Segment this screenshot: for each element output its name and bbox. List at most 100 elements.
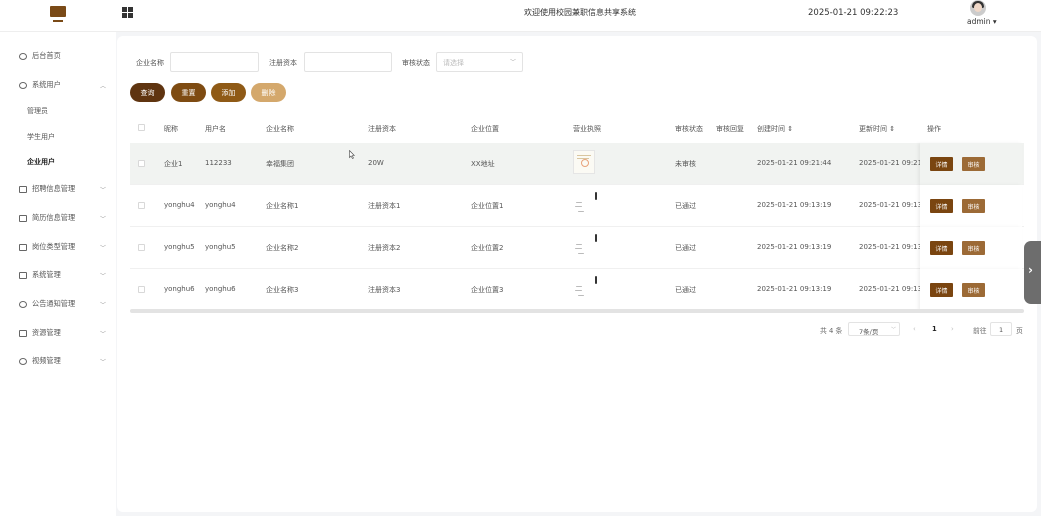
sidebar-item-notices[interactable]: 公告通知管理 ﹀ — [0, 294, 116, 314]
col-nickname: 昵称 — [164, 125, 178, 133]
chevron-down-icon: ﹀ — [100, 215, 107, 223]
sidebar-subitem-admin[interactable]: 管理员 — [0, 101, 116, 121]
detail-button[interactable]: 详情 — [930, 283, 953, 297]
delete-button[interactable]: 删除 — [251, 83, 286, 102]
table-row[interactable]: yonghu5 yonghu5 企业名称2 注册资本2 企业位置2 已通过 20… — [130, 227, 1024, 269]
col-company: 企业名称 — [266, 125, 294, 133]
cell-username: yonghu5 — [205, 243, 236, 251]
audit-button[interactable]: 审核 — [962, 157, 985, 171]
top-bar: 欢迎使用校园兼职信息共享系统 2025-01-21 09:22:23 admin… — [0, 0, 1041, 32]
status-select[interactable]: 请选择 ﹀ — [436, 52, 523, 72]
query-button[interactable]: 查询 — [130, 83, 165, 102]
page-size-value: 7条/页 — [859, 328, 879, 336]
sidebar-item-label: 公告通知管理 — [32, 299, 76, 308]
detail-button[interactable]: 详情 — [930, 199, 953, 213]
audit-button[interactable]: 审核 — [962, 199, 985, 213]
detail-button[interactable]: 详情 — [930, 157, 953, 171]
audit-button[interactable]: 审核 — [962, 241, 985, 255]
sidebar-item-label: 简历信息管理 — [32, 213, 76, 222]
cell-capital: 注册资本3 — [368, 286, 401, 294]
chevron-down-icon: ﹀ — [100, 358, 107, 366]
prev-page-button[interactable]: ‹ — [913, 325, 916, 333]
loading-spinner-icon — [573, 234, 597, 258]
cell-location: 企业位置1 — [471, 202, 504, 210]
table-row[interactable]: 企业1 112233 幸福集团 20W XX地址 未审核 2025-01-21 … — [130, 143, 1024, 185]
cell-location: 企业位置2 — [471, 244, 504, 252]
col-license: 营业执照 — [573, 125, 601, 133]
cell-location: 企业位置3 — [471, 286, 504, 294]
goto-label: 前往 — [973, 327, 987, 335]
cell-updated: 2025-01-21 09:21:4 — [859, 159, 929, 167]
col-updated-sortable[interactable]: 更新时间 ⇕ — [859, 124, 895, 134]
sidebar-subitem-label: 企业用户 — [27, 158, 55, 166]
cell-created: 2025-01-21 09:13:19 — [757, 243, 832, 251]
chevron-down-icon: ﹀ — [509, 59, 516, 66]
next-page-button[interactable]: › — [951, 325, 954, 333]
list-icon — [19, 185, 27, 193]
table-row[interactable]: yonghu4 yonghu4 企业名称1 注册资本1 企业位置1 已通过 20… — [130, 185, 1024, 227]
system-title: 欢迎使用校园兼职信息共享系统 — [524, 8, 636, 17]
col-capital: 注册资本 — [368, 125, 396, 133]
sidebar-item-resources[interactable]: 资源管理 ﹀ — [0, 323, 116, 343]
cell-company: 企业名称1 — [266, 202, 299, 210]
sidebar: 后台首页 系统用户 ︿ 管理员 学生用户 企业用户 招聘信息管理 ﹀ 简历信息管… — [0, 32, 116, 516]
status-label: 审核状态 — [402, 59, 430, 67]
table-header: 昵称 用户名 企业名称 注册资本 企业位置 营业执照 审核状态 审核回复 创建时… — [130, 118, 1024, 144]
sidebar-item-jobs[interactable]: 招聘信息管理 ﹀ — [0, 179, 116, 199]
sidebar-item-dashboard[interactable]: 后台首页 — [0, 46, 116, 66]
loading-spinner-icon — [573, 276, 597, 300]
cell-status: 已通过 — [675, 286, 696, 294]
sidebar-subitem-students[interactable]: 学生用户 — [0, 127, 116, 147]
capital-input[interactable] — [304, 52, 392, 72]
col-location: 企业位置 — [471, 125, 499, 133]
row-actions: 详情 审核 — [920, 227, 1022, 269]
avatar[interactable] — [970, 0, 986, 16]
layers-icon — [19, 243, 27, 251]
sidebar-item-job-types[interactable]: 岗位类型管理 ﹀ — [0, 237, 116, 257]
user-icon — [19, 81, 27, 89]
cell-updated: 2025-01-21 09:13:1 — [859, 243, 929, 251]
bell-icon — [19, 300, 27, 308]
goto-page-input[interactable]: 1 — [990, 322, 1012, 336]
horizontal-scrollbar[interactable] — [130, 309, 1024, 313]
detail-button[interactable]: 详情 — [930, 241, 953, 255]
sidebar-item-system-users[interactable]: 系统用户 ︿ — [0, 75, 116, 95]
col-created-sortable[interactable]: 创建时间 ⇕ — [757, 124, 793, 134]
monitor-logo-icon — [50, 6, 66, 24]
company-name-label: 企业名称 — [136, 59, 164, 67]
table-row[interactable]: yonghu6 yonghu6 企业名称3 注册资本3 企业位置3 已通过 20… — [130, 269, 1024, 311]
sidebar-item-resumes[interactable]: 简历信息管理 ﹀ — [0, 208, 116, 228]
card-icon — [19, 214, 27, 222]
page-number-current[interactable]: 1 — [932, 325, 937, 333]
sidebar-subitem-label: 管理员 — [27, 107, 48, 115]
sidebar-item-videos[interactable]: 视频管理 ﹀ — [0, 351, 116, 371]
row-checkbox[interactable] — [138, 160, 145, 167]
side-drawer-toggle[interactable]: › — [1024, 241, 1041, 304]
cell-capital: 20W — [368, 159, 384, 167]
row-checkbox[interactable] — [138, 244, 145, 251]
sidebar-item-system[interactable]: 系统管理 ﹀ — [0, 265, 116, 285]
user-dropdown[interactable]: admin ▾ — [967, 17, 997, 26]
printer-icon — [19, 329, 27, 337]
pagination-total: 共 4 条 — [820, 327, 843, 335]
chevron-down-icon: ﹀ — [891, 327, 897, 333]
cell-status: 已通过 — [675, 244, 696, 252]
select-all-checkbox[interactable] — [138, 124, 145, 131]
page-size-select[interactable]: 7条/页 ﹀ — [848, 322, 900, 336]
row-actions: 详情 审核 — [920, 185, 1022, 227]
sidebar-subitem-label: 学生用户 — [27, 133, 55, 141]
menu-toggle-grid-icon[interactable] — [122, 7, 133, 18]
row-checkbox[interactable] — [138, 286, 145, 293]
sidebar-subitem-companies[interactable]: 企业用户 — [0, 152, 116, 172]
mouse-cursor-icon — [349, 150, 355, 159]
reset-button[interactable]: 重置 — [171, 83, 206, 102]
chevron-down-icon: ﹀ — [100, 272, 107, 280]
current-datetime: 2025-01-21 09:22:23 — [808, 8, 899, 18]
row-checkbox[interactable] — [138, 202, 145, 209]
company-name-input[interactable] — [170, 52, 259, 72]
add-button[interactable]: 添加 — [211, 83, 246, 102]
page-unit-label: 页 — [1016, 327, 1023, 335]
license-thumbnail[interactable] — [573, 150, 595, 174]
cell-status: 未审核 — [675, 160, 696, 168]
audit-button[interactable]: 审核 — [962, 283, 985, 297]
